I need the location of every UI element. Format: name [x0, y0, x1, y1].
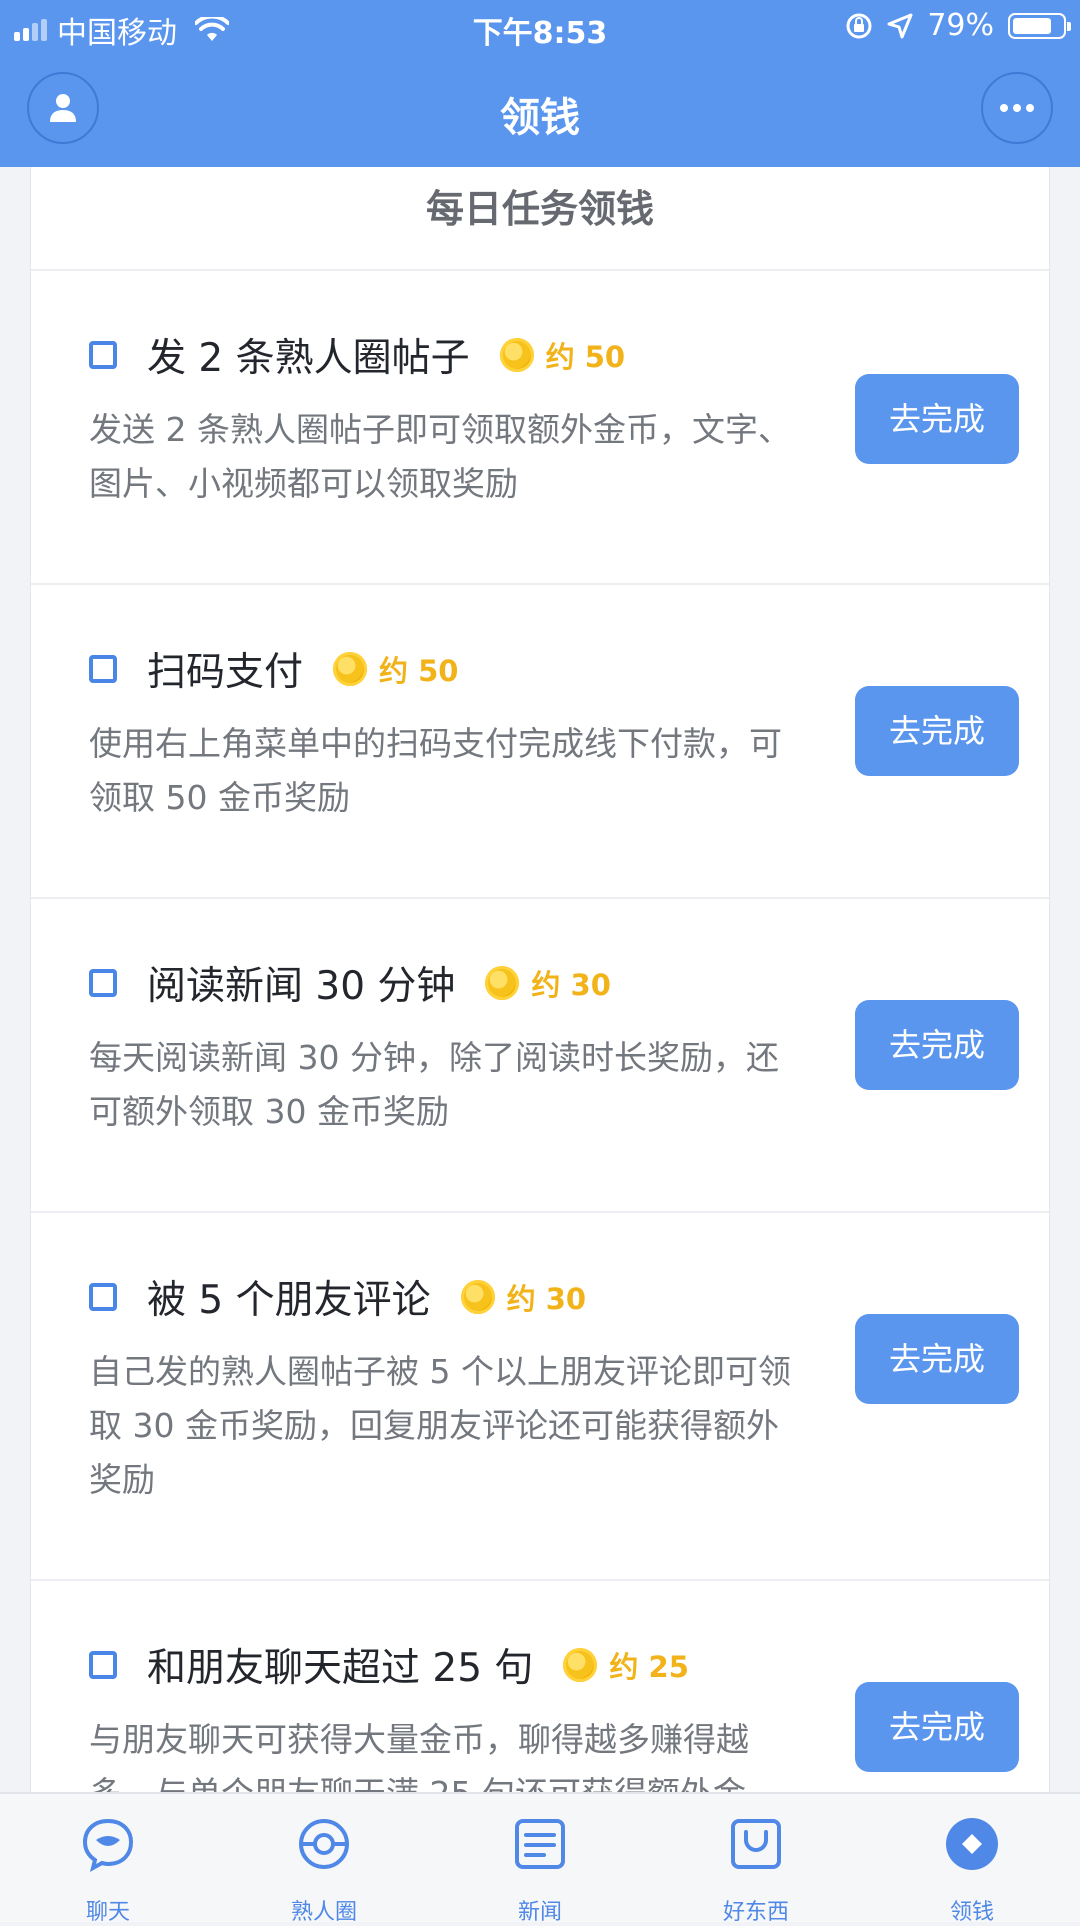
battery-fill	[1013, 17, 1051, 34]
task-reward: 约 50	[545, 340, 626, 374]
section-title: 每日任务领钱	[31, 167, 1049, 271]
task-description: 发送 2 条熟人圈帖子即可领取额外金币，文字、图片、小视频都可以领取奖励	[89, 410, 791, 503]
chat-icon	[82, 1818, 134, 1872]
tab-money[interactable]: 领钱	[864, 1794, 1080, 1925]
tab-label: 熟人圈	[290, 1900, 357, 1925]
task-description: 每天阅读新闻 30 分钟，除了阅读时长奖励，还可额外领取 30 金币奖励	[89, 1038, 779, 1131]
news-icon	[515, 1819, 565, 1869]
location-icon	[887, 13, 913, 38]
battery-icon	[1008, 12, 1071, 39]
status-right: 79%	[845, 8, 1071, 43]
coin-icon	[499, 338, 534, 372]
tab-chat[interactable]: 聊天	[0, 1794, 216, 1925]
coin-icon	[563, 1648, 598, 1682]
task-reward: 约 30	[531, 968, 611, 1002]
page-title: 领钱	[500, 95, 580, 141]
task-reward: 约 30	[506, 1282, 587, 1316]
more-button[interactable]	[981, 72, 1053, 144]
task-description: 与朋友聊天可获得大量金币，聊得越多赚得越多，与单个朋友聊天满 25 句还可获得额…	[89, 1720, 749, 1792]
tab-label: 新闻	[517, 1900, 562, 1925]
task-list-card: 每日任务领钱 发 2 条熟人圈帖子 约 50 发送 2 条熟人圈帖子即可领取额外…	[30, 167, 1050, 1792]
orientation-lock-icon	[846, 13, 872, 38]
task-checkbox[interactable]	[89, 655, 117, 683]
task-title: 发 2 条熟人圈帖子	[147, 336, 470, 381]
task-title: 和朋友聊天超过 25 句	[147, 1646, 534, 1691]
status-bar: 中国移动 下午8:53 79%	[0, 0, 1080, 55]
task-title: 阅读新闻 30 分钟	[147, 964, 456, 1009]
task-title: 扫码支付	[147, 650, 304, 695]
tab-label: 聊天	[85, 1900, 130, 1925]
more-icon	[1000, 104, 1034, 112]
task-item: 和朋友聊天超过 25 句 约 25 与朋友聊天可获得大量金币，聊得越多赚得越多，…	[31, 1581, 1049, 1792]
coin-icon	[460, 1280, 495, 1314]
task-reward: 约 50	[379, 654, 459, 688]
battery-percent: 79%	[927, 8, 994, 43]
task-title: 被 5 个朋友评论	[147, 1278, 431, 1323]
tab-news[interactable]: 新闻	[432, 1794, 648, 1925]
task-item: 被 5 个朋友评论 约 30 自己发的熟人圈帖子被 5 个以上朋友评论即可领取 …	[31, 1213, 1049, 1581]
task-checkbox[interactable]	[89, 1651, 117, 1679]
go-complete-button[interactable]: 去完成	[855, 1000, 1019, 1090]
task-item: 阅读新闻 30 分钟 约 30 每天阅读新闻 30 分钟，除了阅读时长奖励，还可…	[31, 899, 1049, 1213]
task-item: 发 2 条熟人圈帖子 约 50 发送 2 条熟人圈帖子即可领取额外金币，文字、图…	[31, 271, 1049, 585]
coin-icon	[333, 652, 368, 686]
task-description: 使用右上角菜单中的扫码支付完成线下付款，可领取 50 金币奖励	[89, 724, 782, 817]
nav-bar: 领钱	[0, 55, 1080, 167]
go-complete-button[interactable]: 去完成	[855, 1682, 1019, 1772]
task-description: 自己发的熟人圈帖子被 5 个以上朋友评论即可领取 30 金币奖励，回复朋友评论还…	[89, 1352, 791, 1499]
money-icon	[946, 1818, 998, 1870]
go-complete-button[interactable]: 去完成	[855, 1314, 1019, 1404]
tab-label: 领钱	[949, 1900, 994, 1925]
tab-goods[interactable]: 好东西	[648, 1794, 864, 1925]
tab-bar: 聊天 熟人圈 新闻 好东西 领钱	[0, 1792, 1080, 1925]
shopping-bag-icon	[731, 1819, 781, 1869]
task-item: 扫码支付 约 50 使用右上角菜单中的扫码支付完成线下付款，可领取 50 金币奖…	[31, 585, 1049, 899]
go-complete-button[interactable]: 去完成	[855, 374, 1019, 464]
task-checkbox[interactable]	[89, 341, 117, 369]
tab-moments[interactable]: 熟人圈	[216, 1794, 432, 1925]
task-checkbox[interactable]	[89, 1283, 117, 1311]
task-reward: 约 25	[609, 1650, 689, 1684]
task-checkbox[interactable]	[89, 969, 117, 997]
tab-label: 好东西	[722, 1900, 789, 1925]
coin-icon	[485, 966, 520, 1000]
go-complete-button[interactable]: 去完成	[855, 686, 1019, 776]
moments-icon	[299, 1819, 349, 1869]
